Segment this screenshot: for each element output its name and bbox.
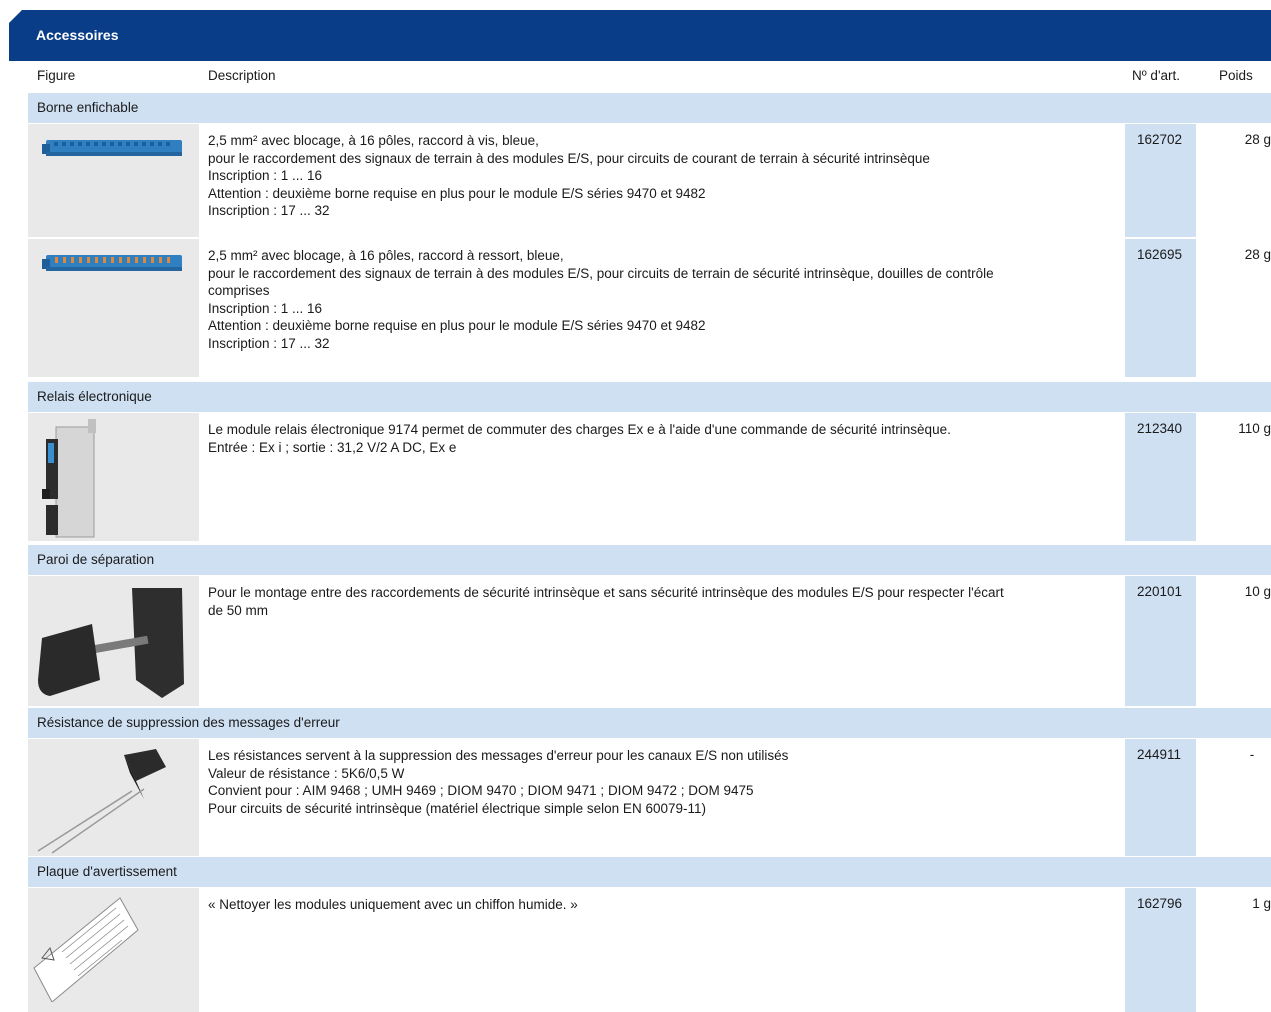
figure-cell bbox=[28, 239, 199, 377]
description-cell: Le module relais électronique 9174 perme… bbox=[208, 421, 1120, 456]
desc-line: Valeur de résistance : 5K6/0,5 W bbox=[208, 765, 405, 781]
desc-line: Inscription : 1 ... 16 bbox=[208, 168, 323, 183]
description-cell: Pour le montage entre des raccordements … bbox=[208, 584, 1120, 619]
desc-line: Inscription : 1 ... 16 bbox=[208, 300, 323, 316]
weight: - bbox=[1249, 747, 1255, 762]
desc-line: Convient pour : AIM 9468 ; UMH 9469 ; DI… bbox=[208, 783, 754, 798]
category-row: Borne enfichable bbox=[28, 93, 1271, 123]
desc-line: 2,5 mm² avec blocage, à 16 pôles, raccor… bbox=[208, 133, 539, 148]
category-row: Plaque d'avertissement bbox=[28, 857, 1271, 887]
desc-line: Le module relais électronique 9174 perme… bbox=[208, 422, 951, 437]
relay-module-icon bbox=[42, 419, 96, 538]
category-row: Résistance de suppression des messages d… bbox=[28, 708, 1271, 738]
col-figure: Figure bbox=[37, 68, 76, 83]
desc-line: Pour circuits de sécurité intrinsèque (m… bbox=[208, 800, 706, 816]
section-header: Accessoires bbox=[9, 10, 1271, 61]
resistor-icon bbox=[37, 749, 166, 854]
category-label: Paroi de séparation bbox=[37, 552, 155, 567]
col-description: Description bbox=[208, 68, 276, 83]
figure-cell bbox=[28, 576, 199, 706]
figure-cell bbox=[28, 888, 199, 1012]
weight: 110 g bbox=[1238, 421, 1271, 436]
description-cell: 2,5 mm² avec blocage, à 16 pôles, raccor… bbox=[208, 132, 1120, 220]
article-number: 162702 bbox=[1137, 132, 1183, 147]
desc-line: comprises bbox=[208, 283, 270, 298]
desc-line: « Nettoyer les modules uniquement avec u… bbox=[208, 897, 578, 912]
figure-cell bbox=[28, 413, 199, 541]
warning-label-icon bbox=[33, 897, 139, 1002]
terminal-block-icon bbox=[42, 255, 182, 271]
terminal-block-icon bbox=[42, 140, 182, 156]
weight: 1 g bbox=[1252, 896, 1271, 911]
desc-line: Inscription : 17 ... 32 bbox=[208, 203, 330, 218]
col-weight: Poids bbox=[1219, 68, 1253, 83]
desc-line: Inscription : 17 ... 32 bbox=[208, 335, 330, 351]
separation-wall-icon bbox=[38, 588, 184, 698]
desc-line: Attention : deuxième borne requise en pl… bbox=[208, 185, 706, 201]
description-cell: Les résistances servent à la suppression… bbox=[208, 747, 1120, 817]
figure-cell bbox=[28, 124, 199, 237]
article-number: 244911 bbox=[1137, 747, 1182, 762]
article-number: 162695 bbox=[1137, 247, 1183, 262]
category-label: Plaque d'avertissement bbox=[37, 864, 177, 879]
description-cell: « Nettoyer les modules uniquement avec u… bbox=[208, 896, 1120, 914]
desc-line: 2,5 mm² avec blocage, à 16 pôles, raccor… bbox=[208, 248, 564, 263]
category-label: Borne enfichable bbox=[37, 100, 139, 115]
desc-line: Attention : deuxième borne requise en pl… bbox=[208, 318, 706, 333]
weight: 10 g bbox=[1244, 584, 1271, 599]
desc-line: de 50 mm bbox=[208, 602, 269, 618]
col-art: Nº d'art. bbox=[1132, 68, 1181, 83]
category-label: Résistance de suppression des messages d… bbox=[37, 715, 340, 730]
category-row: Relais électronique bbox=[28, 382, 1271, 412]
desc-line: Pour le montage entre des raccordements … bbox=[208, 585, 1004, 600]
category-row: Paroi de séparation bbox=[28, 545, 1271, 575]
article-number: 212340 bbox=[1137, 421, 1183, 436]
desc-line: Entrée : Ex i ; sortie : 31,2 V/2 A DC, … bbox=[208, 439, 457, 455]
desc-line: pour le raccordement des signaux de terr… bbox=[208, 265, 994, 281]
weight: 28 g bbox=[1244, 132, 1271, 147]
category-label: Relais électronique bbox=[37, 389, 152, 404]
desc-line: pour le raccordement des signaux de terr… bbox=[208, 150, 930, 166]
section-title: Accessoires bbox=[36, 27, 119, 43]
article-number: 220101 bbox=[1137, 584, 1183, 599]
description-cell: 2,5 mm² avec blocage, à 16 pôles, raccor… bbox=[208, 247, 1120, 352]
desc-line: Les résistances servent à la suppression… bbox=[208, 748, 789, 763]
figure-cell bbox=[28, 739, 199, 856]
article-number: 162796 bbox=[1137, 896, 1183, 911]
weight: 28 g bbox=[1244, 247, 1271, 262]
column-headers: Figure Description Nº d'art. Poids bbox=[0, 61, 1271, 92]
